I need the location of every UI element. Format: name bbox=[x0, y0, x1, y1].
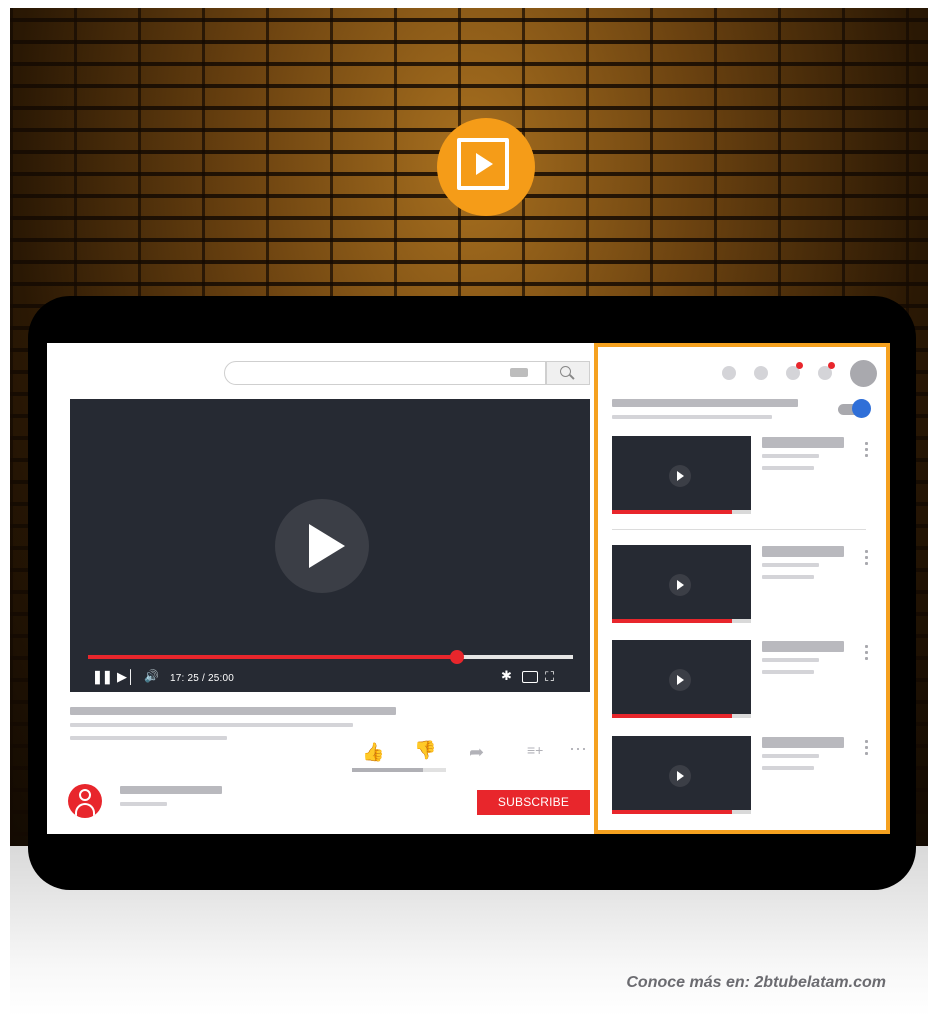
video-title bbox=[70, 707, 396, 715]
keyboard-icon[interactable] bbox=[510, 368, 528, 377]
video-meta bbox=[70, 736, 227, 740]
video-player[interactable]: ❚❚ ▶│ 🔊 17: 25 / 25:00 ✱ ⛶ bbox=[70, 399, 590, 692]
settings-icon[interactable]: ✱ bbox=[501, 668, 512, 684]
search-input[interactable] bbox=[224, 361, 546, 385]
like-ratio-bar bbox=[352, 768, 446, 772]
user-avatar[interactable] bbox=[850, 360, 877, 387]
watch-progress bbox=[612, 510, 732, 514]
messages-icon[interactable] bbox=[754, 366, 768, 380]
share-icon[interactable]: ➦ bbox=[469, 742, 484, 763]
thumbs-up-icon[interactable]: 👍 bbox=[362, 742, 384, 763]
up-next-heading bbox=[612, 399, 798, 407]
progress-scrubber[interactable] bbox=[449, 650, 464, 664]
recommended-video-thumbnail[interactable] bbox=[612, 545, 751, 623]
play-icon bbox=[669, 574, 691, 596]
more-vert-icon[interactable] bbox=[865, 645, 868, 661]
footer-credit: Conoce más en: 2btubelatam.com bbox=[626, 974, 886, 991]
recommended-video-meta bbox=[762, 454, 819, 458]
recommended-video-title[interactable] bbox=[762, 437, 844, 448]
more-vert-icon[interactable] bbox=[865, 550, 868, 566]
divider bbox=[612, 529, 866, 530]
more-icon[interactable]: ⋯ bbox=[569, 739, 587, 760]
recommended-video-meta bbox=[762, 575, 814, 579]
add-to-queue-icon[interactable]: ≡+ bbox=[527, 742, 543, 758]
recommended-video-title[interactable] bbox=[762, 737, 844, 748]
subscriber-count bbox=[120, 802, 167, 806]
apps-icon[interactable] bbox=[722, 366, 736, 380]
watch-progress bbox=[612, 810, 732, 814]
notification-badge bbox=[796, 362, 803, 369]
channel-avatar[interactable] bbox=[68, 784, 102, 818]
recommended-video-meta bbox=[762, 658, 819, 662]
theater-icon[interactable] bbox=[522, 671, 538, 683]
up-next-subheading bbox=[612, 415, 772, 419]
video-time: 17: 25 / 25:00 bbox=[170, 673, 234, 684]
watch-progress bbox=[612, 619, 732, 623]
play-icon bbox=[669, 669, 691, 691]
pause-icon[interactable]: ❚❚ bbox=[92, 669, 113, 685]
recommended-video-thumbnail[interactable] bbox=[612, 736, 751, 814]
subscribe-button[interactable]: SUBSCRIBE bbox=[477, 790, 590, 815]
play-square-icon bbox=[457, 138, 509, 190]
recommended-video-title[interactable] bbox=[762, 546, 844, 557]
recommended-video-meta bbox=[762, 466, 814, 470]
recommended-video-title[interactable] bbox=[762, 641, 844, 652]
recommended-video-meta bbox=[762, 670, 814, 674]
channel-name bbox=[120, 786, 222, 794]
recommended-video-thumbnail[interactable] bbox=[612, 640, 751, 718]
recommended-video-meta bbox=[762, 754, 819, 758]
thumbs-down-icon[interactable]: 👎 bbox=[414, 740, 436, 761]
fullscreen-icon[interactable]: ⛶ bbox=[545, 669, 554, 685]
video-meta bbox=[70, 723, 353, 727]
play-button[interactable] bbox=[275, 499, 369, 593]
progress-fill bbox=[88, 655, 457, 659]
watch-progress bbox=[612, 714, 732, 718]
skip-next-icon[interactable]: ▶│ bbox=[117, 669, 135, 685]
search-button[interactable] bbox=[546, 361, 590, 385]
more-vert-icon[interactable] bbox=[865, 442, 868, 458]
play-icon bbox=[669, 765, 691, 787]
notification-badge bbox=[828, 362, 835, 369]
more-vert-icon[interactable] bbox=[865, 740, 868, 756]
like-ratio-fill bbox=[352, 768, 423, 772]
recommended-video-meta bbox=[762, 766, 814, 770]
autoplay-toggle-knob[interactable] bbox=[852, 399, 871, 418]
recommended-video-meta bbox=[762, 563, 819, 567]
volume-icon[interactable]: 🔊 bbox=[144, 669, 159, 683]
search-icon bbox=[560, 366, 571, 377]
recommended-video-thumbnail[interactable] bbox=[612, 436, 751, 514]
play-icon bbox=[669, 465, 691, 487]
play-square-logo bbox=[437, 118, 535, 216]
progress-bar[interactable] bbox=[88, 650, 573, 664]
